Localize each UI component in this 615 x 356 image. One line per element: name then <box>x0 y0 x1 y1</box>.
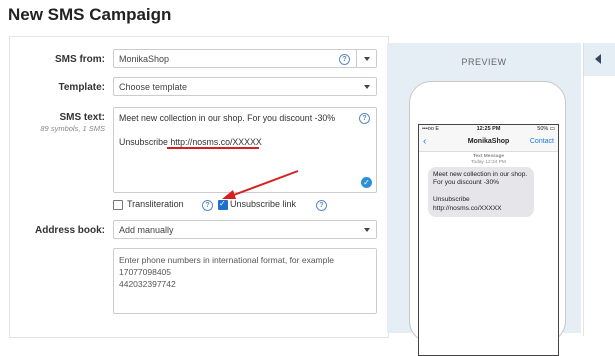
message-header: ‹ MonikaShop Contact <box>419 134 558 152</box>
phone-screen: •••oo E 12:25 PM 50% ▭ ‹ MonikaShop Cont… <box>418 124 559 356</box>
arrow-left-icon <box>595 54 601 64</box>
preview-panel: PREVIEW •••oo E 12:25 PM 50% ▭ ‹ MonikaS… <box>387 43 581 356</box>
phone-mockup: •••oo E 12:25 PM 50% ▭ ‹ MonikaShop Cont… <box>409 81 566 356</box>
side-strip <box>583 76 615 336</box>
collapse-preview-button[interactable] <box>583 43 615 76</box>
message-bubble: Meet new collection in our shop. For you… <box>428 167 534 218</box>
phone-status-bar: •••oo E 12:25 PM 50% ▭ <box>419 125 558 134</box>
preview-title: PREVIEW <box>461 57 507 67</box>
contact-link: Contact <box>529 138 554 145</box>
message-timestamp: Text Message Today 12:24 PM <box>419 154 558 166</box>
battery-indicator: 50% ▭ <box>537 126 555 132</box>
message-time: Today 12:24 PM <box>471 160 506 165</box>
